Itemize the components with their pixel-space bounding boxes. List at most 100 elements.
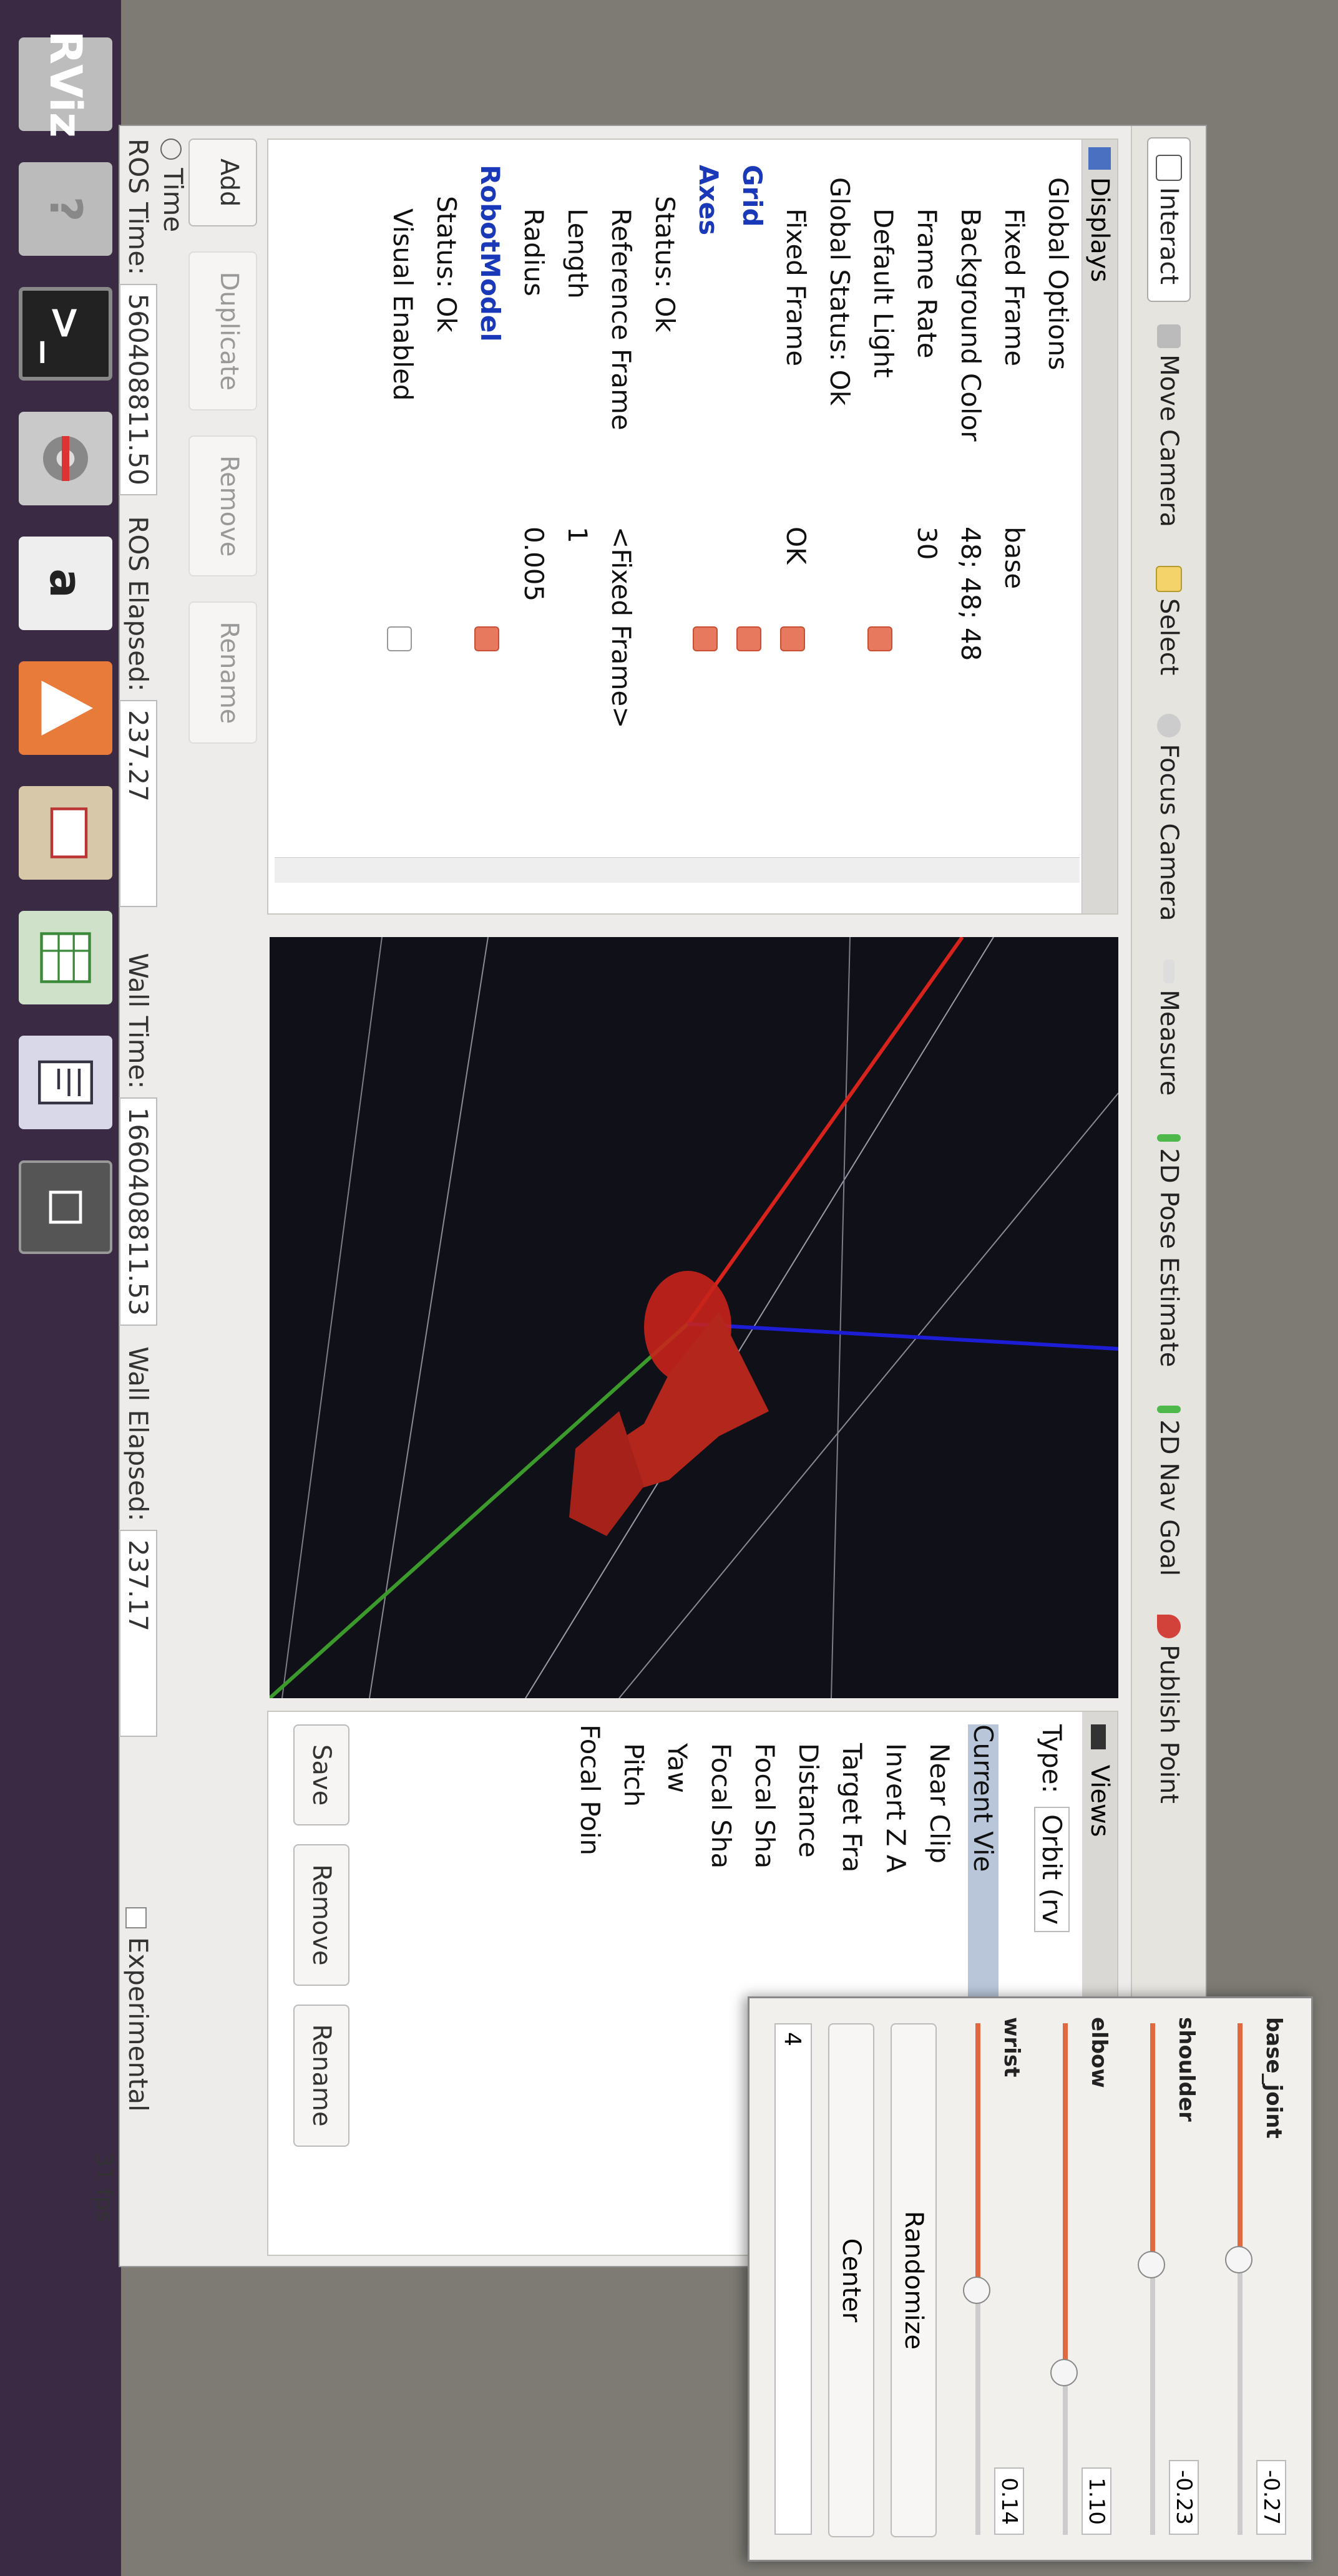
displays-button-row: Add Duplicate Remove Rename (188, 139, 257, 912)
joint-value-field[interactable]: 1.10 (1082, 2467, 1111, 2535)
joint-slider-fill (1238, 2023, 1243, 2259)
tool-label: Measure (1155, 989, 1183, 1096)
help-launcher-icon[interactable]: ? (19, 162, 112, 256)
add-display-button[interactable]: Add (188, 139, 257, 227)
view-property-row[interactable]: Yaw (662, 1743, 693, 1793)
slider-count-spinbox[interactable]: 4 (774, 2023, 812, 2535)
display-row[interactable]: Fixed Frame base (991, 140, 1030, 826)
display-enabled-checkbox[interactable] (693, 626, 718, 651)
display-row[interactable]: Length 1 (554, 140, 593, 826)
view-property-row[interactable]: Near Clip (924, 1743, 955, 1864)
display-row[interactable]: Background Color 48; 48; 48 (947, 140, 986, 826)
ruler-icon (1163, 960, 1174, 984)
view-property-row[interactable]: Focal Poin (575, 1724, 605, 1855)
experimental-checkbox[interactable] (125, 1907, 147, 1929)
display-row-name: Frame Rate (912, 208, 942, 359)
displays-tree: Global Options Fixed Frame base Background … (275, 140, 1080, 913)
rviz-toolbar: Interact Move Camera Select Focus Camera… (1131, 126, 1206, 2266)
display-row[interactable]: Reference Frame <Fixed Frame> (598, 140, 637, 826)
rviz-launcher-icon[interactable]: RViz (19, 31, 112, 138)
software-center-icon[interactable] (19, 661, 112, 755)
tool-2d-pose-estimate[interactable]: 2D Pose Estimate (1148, 1118, 1189, 1383)
joint-slider-handle[interactable] (1225, 2246, 1253, 2274)
remove-display-button[interactable]: Remove (188, 435, 257, 577)
tool-2d-nav-goal[interactable]: 2D Nav Goal (1148, 1389, 1189, 1592)
display-enabled-checkbox[interactable] (867, 626, 892, 651)
experimental-label: Experimental (123, 1937, 154, 2112)
display-row[interactable]: RobotModel (467, 140, 505, 826)
spreadsheet-app-icon[interactable] (19, 911, 112, 1004)
joint-value-field[interactable]: -0.23 (1169, 2460, 1199, 2535)
view-property-row[interactable]: Target Fra (837, 1743, 867, 1872)
view-property-row[interactable]: Pitch (618, 1743, 649, 1807)
display-row[interactable]: Axes (685, 140, 724, 826)
tool-publish-point[interactable]: Publish Point (1148, 1598, 1189, 1820)
joint-slider-handle[interactable] (1050, 2358, 1078, 2386)
rename-view-button[interactable]: Rename (293, 2004, 349, 2147)
display-row[interactable]: Frame Rate 30 (904, 140, 942, 826)
settings-gear-icon[interactable] (19, 412, 112, 505)
display-row[interactable]: Radius 0.005 (510, 140, 549, 826)
view-property-row[interactable]: Focal Sha (750, 1743, 780, 1869)
terminal-launcher-icon[interactable]: >_ (19, 287, 112, 381)
display-row[interactable]: Grid (729, 140, 768, 826)
display-row[interactable]: Fixed Frame OK (773, 140, 811, 826)
tool-move-camera[interactable]: Move Camera (1148, 308, 1189, 543)
display-row[interactable]: Default Light (860, 140, 899, 826)
center-button[interactable]: Center (828, 2023, 874, 2537)
rename-display-button[interactable]: Rename (188, 601, 257, 744)
time-panel: Time ROS Time: 560408811.50 ROS Elapsed:… (91, 139, 188, 2260)
view-property-row[interactable]: Focal Sha (706, 1743, 736, 1869)
tool-focus-camera[interactable]: Focus Camera (1148, 697, 1189, 937)
display-row[interactable]: Global Status: Ok (816, 140, 855, 826)
display-enabled-checkbox[interactable] (736, 626, 761, 651)
axis-z-blue (687, 1322, 1119, 1351)
tool-label: 2D Pose Estimate (1155, 1148, 1183, 1368)
joint-row: base_joint -0.27 (1205, 2017, 1286, 2535)
joint-slider[interactable] (963, 2023, 990, 2535)
tool-label: Publish Point (1155, 1645, 1183, 1804)
joint-value-field[interactable]: -0.27 (1256, 2460, 1286, 2535)
joint-slider-fill (975, 2023, 980, 2290)
randomize-button[interactable]: Randomize (891, 2023, 937, 2537)
tool-interact[interactable]: Interact (1147, 137, 1191, 303)
hand-icon (1156, 155, 1182, 181)
display-row-value: <Fixed Frame> (606, 527, 637, 729)
display-row[interactable]: Status: Ok (642, 140, 680, 826)
joint-slider-handle[interactable] (1138, 2251, 1165, 2279)
amazon-launcher-icon[interactable]: a (19, 537, 112, 630)
display-row-name: Global Options (1043, 177, 1073, 371)
render-3d-view[interactable] (268, 936, 1119, 1700)
view-type-select[interactable]: Orbit (rv (1034, 1806, 1070, 1932)
joint-slider[interactable] (1050, 2023, 1078, 2535)
ros-time-label: ROS Time: (123, 139, 154, 276)
display-enabled-checkbox[interactable] (474, 626, 499, 651)
display-enabled-checkbox[interactable] (780, 626, 805, 651)
joint-slider[interactable] (1138, 2023, 1165, 2535)
joint-slider[interactable] (1225, 2023, 1253, 2535)
joint-slider-handle[interactable] (963, 2277, 990, 2305)
display-row-name: Default Light (868, 208, 899, 378)
tool-measure[interactable]: Measure (1148, 943, 1189, 1112)
save-view-button[interactable]: Save (293, 1724, 349, 1826)
display-row[interactable]: Status: Ok (423, 140, 462, 826)
writer-app-icon[interactable] (19, 1036, 112, 1129)
view-property-row[interactable]: Distance (793, 1743, 824, 1858)
display-enabled-checkbox[interactable] (387, 626, 412, 651)
tool-select[interactable]: Select (1148, 550, 1189, 691)
displays-scrollbar[interactable] (275, 857, 1080, 883)
display-row[interactable]: Visual Enabled (379, 140, 418, 826)
display-row-value: 30 (912, 527, 942, 560)
time-fields: ROS Time: 560408811.50 ROS Elapsed: 237.… (119, 139, 157, 2112)
presentation-app-icon[interactable] (19, 786, 112, 880)
workspace-switcher-icon[interactable] (19, 1160, 112, 1254)
map-pin-icon (1157, 1615, 1181, 1639)
tool-label: Select (1155, 598, 1183, 676)
display-row[interactable]: Global Options (1035, 140, 1073, 826)
display-row-name: Radius (519, 208, 549, 296)
remove-view-button[interactable]: Remove (293, 1844, 349, 1986)
duplicate-display-button[interactable]: Duplicate (188, 251, 257, 411)
view-property-row[interactable]: Invert Z A (881, 1743, 911, 1873)
view-type-row: Type: Orbit (rv (1034, 1724, 1070, 1932)
joint-value-field[interactable]: 0.14 (994, 2467, 1024, 2535)
